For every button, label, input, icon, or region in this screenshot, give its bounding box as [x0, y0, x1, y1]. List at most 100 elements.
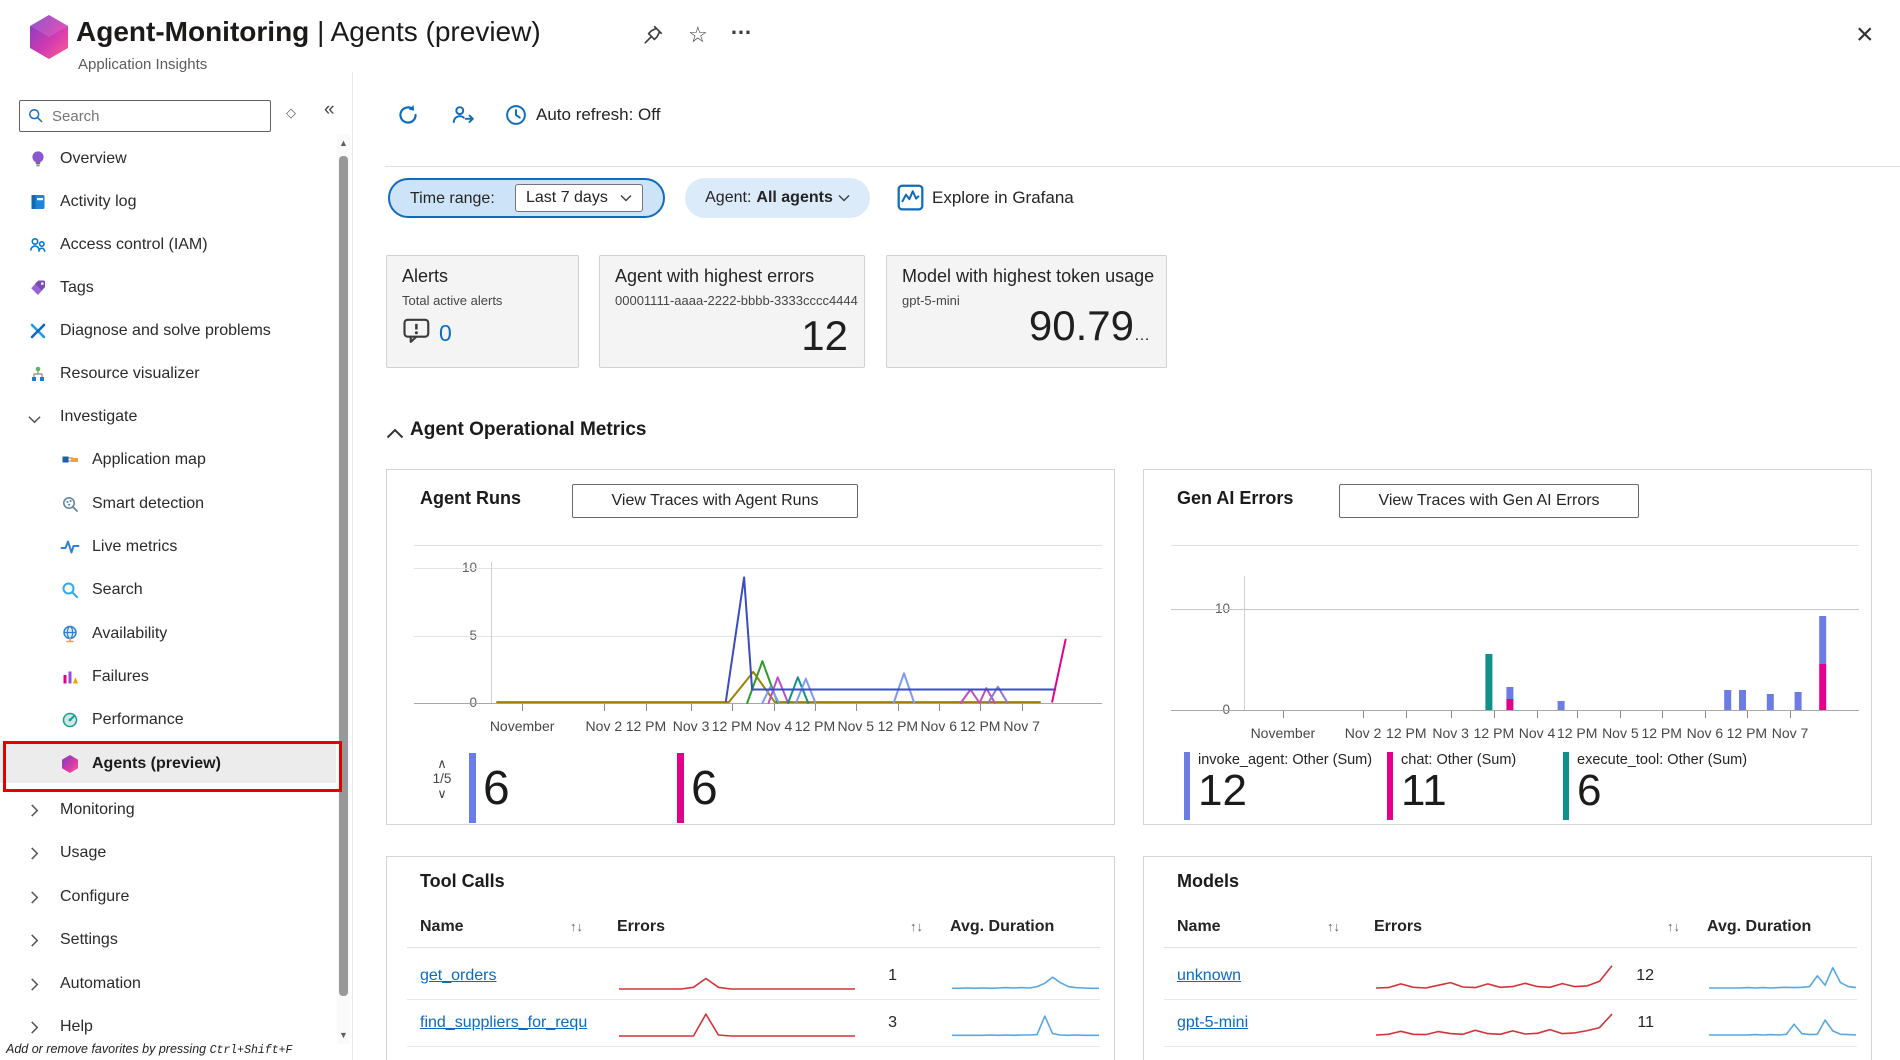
time-range-pill[interactable]: Time range: Last 7 days	[388, 178, 665, 218]
sidebar-group-investigate[interactable]: Investigate	[0, 398, 336, 436]
sidebar-item-tags[interactable]: Tags	[0, 269, 336, 307]
collapse-sidebar-icon[interactable]: «	[324, 99, 335, 121]
table-row: unknown 12	[1144, 953, 1871, 999]
x-axis-tick	[774, 704, 776, 711]
favorite-star-icon[interactable]: ☆	[688, 22, 708, 48]
sidebar-group-usage[interactable]: Usage	[0, 834, 336, 872]
column-header-duration[interactable]: Avg. Duration	[1707, 912, 1811, 942]
legend-item[interactable]: execute_tool: Other (Sum) 6	[1563, 752, 1747, 820]
sidebar-group-settings[interactable]: Settings	[0, 921, 336, 959]
smart-detection-icon	[60, 494, 80, 514]
magnifier-icon	[60, 580, 80, 600]
sidebar-item-search[interactable]: Search	[0, 571, 336, 609]
alerts-count[interactable]: 0	[439, 320, 452, 347]
legend-item[interactable]: 6	[469, 753, 510, 823]
legend-item[interactable]: invoke_agent: Other (Sum) 12	[1184, 752, 1372, 820]
x-tick-label: 12 PM	[1726, 725, 1768, 741]
agent-filter-label: Agent:	[705, 189, 752, 206]
bars-icon	[60, 667, 80, 687]
sidebar-group-monitoring[interactable]: Monitoring	[0, 791, 336, 829]
sidebar-item-smart-detection[interactable]: Smart detection	[0, 485, 336, 523]
auto-refresh-clock-icon[interactable]	[503, 102, 529, 128]
sidebar-item-resource-visualizer[interactable]: Resource visualizer	[0, 355, 336, 393]
sort-icon[interactable]: ↑↓	[570, 912, 583, 942]
x-axis-tick	[1704, 711, 1706, 718]
close-icon[interactable]: ×	[1856, 18, 1874, 52]
legend-page-up-icon[interactable]: ∧	[427, 757, 457, 770]
table-row: get_orders 1	[387, 953, 1114, 999]
scrollbar-down-arrow[interactable]: ▼	[337, 1030, 350, 1040]
sidebar-group-help[interactable]: Help	[0, 1008, 336, 1046]
scrollbar-thumb[interactable]	[339, 156, 348, 996]
sort-icon[interactable]: ↑↓	[910, 912, 923, 942]
sidebar-group-automation[interactable]: Automation	[0, 965, 336, 1003]
alerts-card[interactable]: Alerts Total active alerts 0	[386, 255, 579, 368]
collapse-section-icon[interactable]	[386, 428, 404, 439]
legend-value: 6	[691, 761, 718, 815]
sort-icon[interactable]: ↑↓	[1327, 912, 1340, 942]
refresh-icon[interactable]	[395, 102, 421, 128]
x-axis-tick	[1790, 711, 1792, 718]
sidebar-scrollbar[interactable]: ▲ ▼	[337, 134, 350, 1044]
sidebar-item-activity-log[interactable]: Activity log	[0, 183, 336, 221]
pin-icon[interactable]	[642, 24, 664, 46]
x-tick-label: Nov 5	[1602, 725, 1639, 741]
sidebar-item-agents-preview[interactable]: Agents (preview)	[0, 744, 336, 783]
card-title: Agent with highest errors	[615, 266, 815, 286]
column-header-errors[interactable]: Errors	[1374, 912, 1422, 942]
tool-name-link[interactable]: get_orders	[420, 953, 497, 999]
agents-hexagon-icon	[60, 754, 80, 774]
sidebar-item-live-metrics[interactable]: Live metrics	[0, 528, 336, 566]
sparkline-path	[952, 1015, 1099, 1037]
x-tick-label: 12 PM	[794, 718, 836, 734]
card-title: Alerts	[402, 266, 449, 286]
x-tick-label: Nov 2	[585, 718, 623, 734]
sidebar-item-application-map[interactable]: Application map	[0, 441, 336, 479]
model-name-link[interactable]: gpt-5-mini	[1177, 1000, 1248, 1046]
sidebar-item-overview[interactable]: Overview	[0, 140, 336, 178]
tool-name-link[interactable]: find_suppliers_for_requ	[420, 1000, 587, 1046]
favorites-hint-shortcut: Ctrl+Shift+F	[209, 1044, 293, 1057]
auto-refresh-label[interactable]: Auto refresh: Off	[536, 100, 660, 130]
model-name-link[interactable]: unknown	[1177, 953, 1241, 999]
column-header-name[interactable]: Name	[420, 912, 464, 942]
search-icon	[29, 109, 43, 123]
highest-errors-value: 12	[801, 312, 848, 359]
sidebar-group-configure[interactable]: Configure	[0, 878, 336, 916]
x-axis-tick	[603, 704, 605, 711]
sidebar-item-diagnose[interactable]: Diagnose and solve problems	[0, 312, 336, 350]
x-tick-label: Nov 2	[1344, 725, 1382, 741]
agent-runs-panel: Agent Runs View Traces with Agent Runs 1…	[386, 469, 1115, 825]
sidebar-item-failures[interactable]: Failures	[0, 658, 336, 696]
application-insights-logo	[30, 15, 68, 59]
agent-filter-pill[interactable]: Agent: All agents	[685, 178, 870, 218]
header-divider	[407, 947, 1100, 948]
sidebar-item-availability[interactable]: Availability	[0, 615, 336, 653]
legend-item[interactable]: 6	[677, 753, 718, 823]
expand-collapse-all-icon[interactable]: ◇	[286, 105, 296, 121]
sidebar-item-label: Monitoring	[60, 801, 135, 818]
legend-item[interactable]: chat: Other (Sum) 11	[1387, 752, 1516, 820]
duration-sparkline	[950, 1055, 1101, 1060]
time-range-select[interactable]: Last 7 days	[515, 184, 643, 212]
sidebar-item-performance[interactable]: Performance	[0, 701, 336, 739]
sort-icon[interactable]: ↑↓	[1667, 912, 1680, 942]
sidebar-item-access-control[interactable]: Access control (IAM)	[0, 226, 336, 264]
sidebar-search-input[interactable]	[50, 102, 266, 130]
blade-name: | Agents (preview)	[317, 16, 541, 47]
scrollbar-up-arrow[interactable]: ▲	[337, 138, 350, 148]
feedback-icon[interactable]	[450, 102, 476, 128]
explore-grafana-link[interactable]: Explore in Grafana	[932, 178, 1074, 218]
highest-token-usage-card[interactable]: Model with highest token usage gpt-5-min…	[886, 255, 1167, 368]
x-axis-tick	[1282, 711, 1284, 718]
x-axis-tick	[1620, 711, 1622, 718]
chevron-right-icon	[30, 847, 50, 867]
token-value: 90.79	[1028, 302, 1134, 349]
column-header-duration[interactable]: Avg. Duration	[950, 912, 1054, 942]
legend-page-down-icon[interactable]: ∨	[427, 787, 457, 800]
more-options-icon[interactable]: …	[730, 14, 752, 40]
column-header-errors[interactable]: Errors	[617, 912, 665, 942]
resource-type-label: Application Insights	[78, 56, 208, 73]
highest-errors-card[interactable]: Agent with highest errors 00001111-aaaa-…	[599, 255, 865, 368]
column-header-name[interactable]: Name	[1177, 912, 1221, 942]
